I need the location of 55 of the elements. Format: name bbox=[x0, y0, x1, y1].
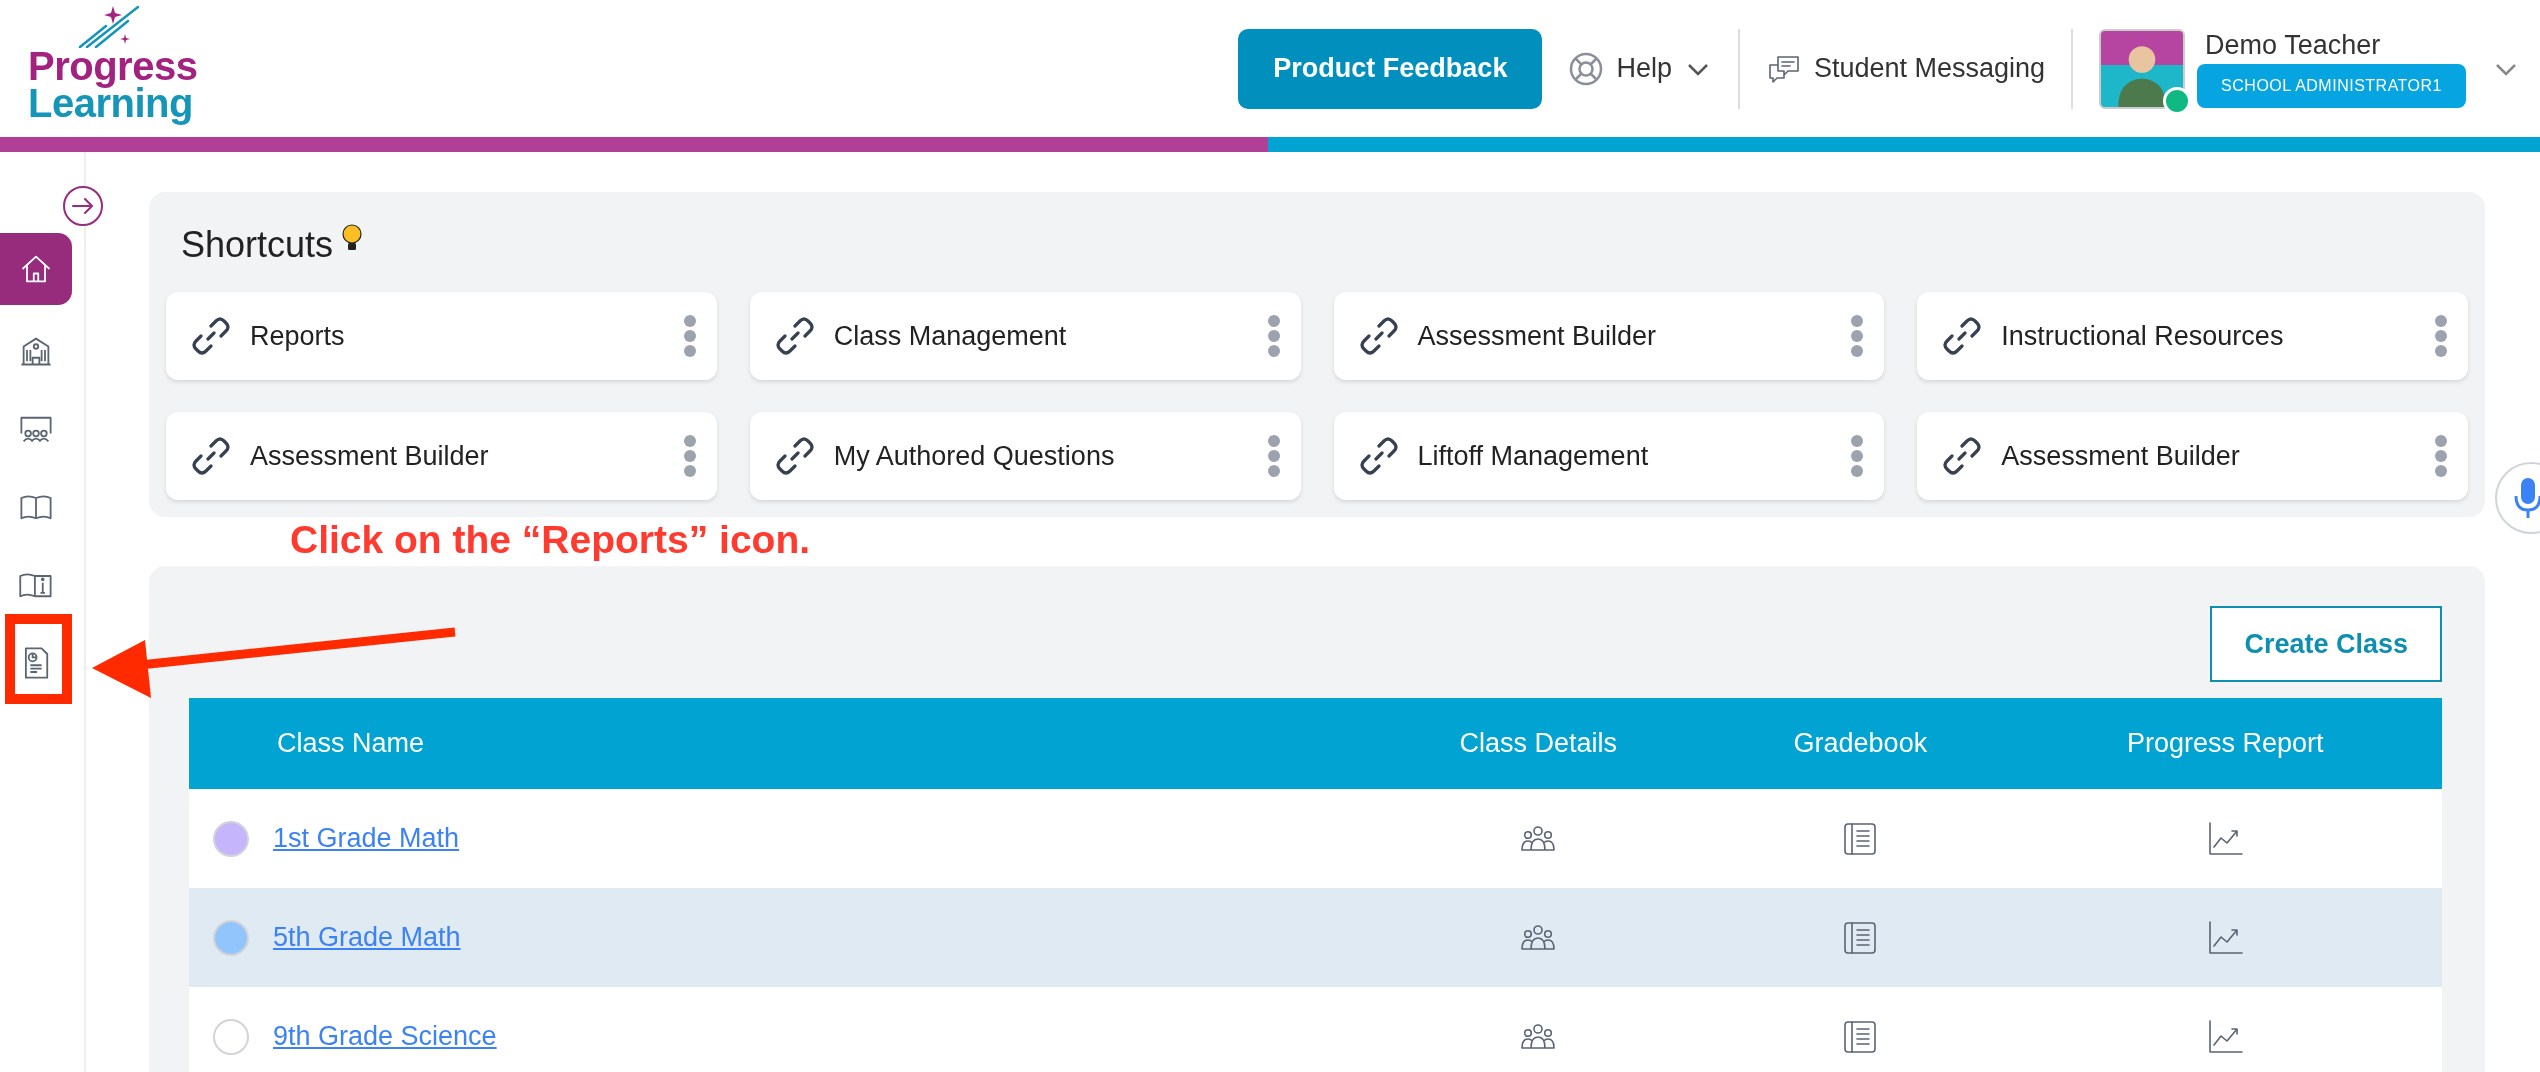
shortcut-label: Assessment Builder bbox=[2001, 440, 2241, 472]
line-chart-icon[interactable] bbox=[2206, 819, 2245, 858]
table-row[interactable]: 9th Grade Science bbox=[189, 987, 2442, 1072]
column-header: Progress Report bbox=[2008, 698, 2442, 789]
shortcut-label: Assessment Builder bbox=[1417, 320, 1658, 352]
shortcut-card[interactable]: Reports bbox=[166, 292, 717, 380]
create-class-button[interactable]: Create Class bbox=[2210, 606, 2442, 682]
link-icon bbox=[190, 315, 232, 357]
table-row[interactable]: 1st Grade Math bbox=[189, 789, 2442, 888]
product-feedback-button[interactable]: Product Feedback bbox=[1238, 28, 1543, 109]
sidebar-nav-button[interactable] bbox=[0, 233, 72, 305]
shortcut-card[interactable]: Assessment Builder bbox=[1333, 292, 1885, 380]
line-chart-icon[interactable] bbox=[2206, 1017, 2245, 1056]
shortcut-card[interactable]: Assessment Builder bbox=[1917, 412, 2468, 500]
kebab-menu-icon[interactable] bbox=[2434, 314, 2448, 358]
link-icon bbox=[773, 435, 816, 477]
shortcut-label: Class Management bbox=[833, 320, 1068, 352]
user-name: Demo Teacher bbox=[2204, 29, 2382, 61]
column-header: Class Details bbox=[1364, 698, 1713, 789]
kebab-menu-icon[interactable] bbox=[1850, 314, 1865, 358]
shortcut-label: Instructional Resources bbox=[2001, 320, 2285, 352]
shortcut-label: My Authored Questions bbox=[833, 440, 1116, 472]
line-chart-icon[interactable] bbox=[2206, 918, 2245, 957]
kebab-menu-icon[interactable] bbox=[2434, 434, 2448, 478]
link-icon bbox=[773, 315, 816, 357]
shortcut-label: Reports bbox=[250, 320, 346, 352]
shortcut-card[interactable]: Class Management bbox=[749, 292, 1301, 380]
shortcut-card[interactable]: Assessment Builder bbox=[166, 412, 717, 500]
section-title: Shortcuts bbox=[181, 224, 334, 266]
kebab-menu-icon[interactable] bbox=[1266, 434, 1281, 478]
column-header: Class Name bbox=[189, 698, 1364, 789]
kebab-menu-icon[interactable] bbox=[1266, 314, 1281, 358]
arrow-circle-icon[interactable] bbox=[62, 185, 104, 227]
microphone-icon bbox=[2513, 476, 2540, 520]
link-icon bbox=[1357, 315, 1400, 357]
shortcut-card[interactable]: Instructional Resources bbox=[1917, 292, 2468, 380]
kebab-menu-icon[interactable] bbox=[682, 434, 697, 478]
lifebuoy-icon bbox=[1568, 50, 1605, 87]
kebab-menu-icon[interactable] bbox=[1850, 434, 1865, 478]
student-messaging-link[interactable]: Student Messaging bbox=[1765, 50, 2046, 87]
shortcut-card[interactable]: My Authored Questions bbox=[749, 412, 1301, 500]
annotation-text: Click on the “Reports” icon. bbox=[290, 518, 811, 562]
shortcut-card[interactable]: Liftoff Management bbox=[1333, 412, 1885, 500]
kebab-menu-icon[interactable] bbox=[682, 314, 697, 358]
logo-mark-icon bbox=[78, 4, 140, 48]
help-menu[interactable]: Help bbox=[1568, 50, 1712, 87]
link-icon bbox=[1941, 435, 1984, 477]
shortcut-label: Liftoff Management bbox=[1417, 440, 1650, 472]
class-name-link[interactable]: 1st Grade Math bbox=[273, 823, 460, 854]
column-header: Gradebook bbox=[1712, 698, 2009, 789]
shortcut-label: Assessment Builder bbox=[250, 440, 490, 472]
link-icon bbox=[1941, 315, 1984, 357]
class-name-link[interactable]: 9th Grade Science bbox=[273, 1021, 497, 1052]
link-icon bbox=[190, 435, 232, 477]
link-icon bbox=[1357, 435, 1400, 477]
